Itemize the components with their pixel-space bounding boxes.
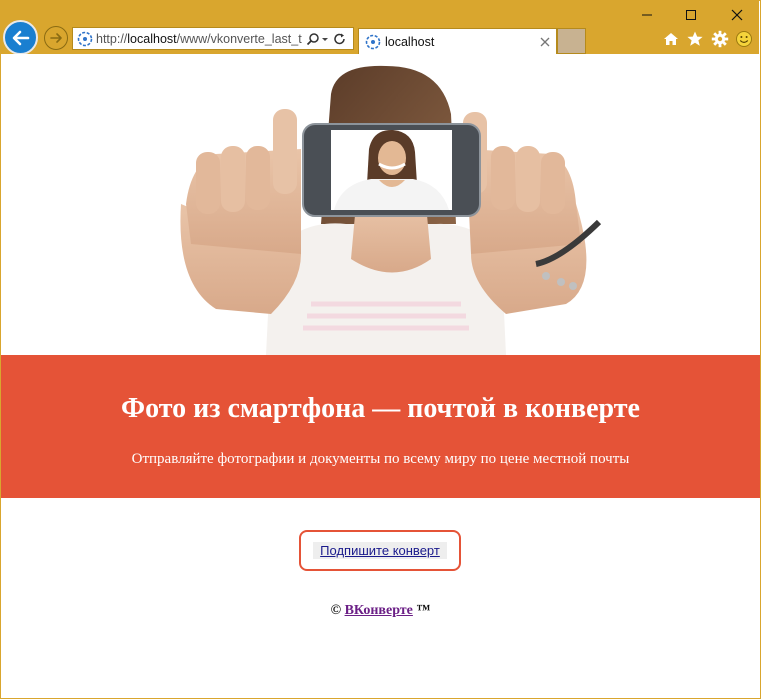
minimize-icon	[642, 14, 652, 16]
tab-close-icon[interactable]	[540, 37, 550, 47]
selfie-illustration	[180, 65, 602, 355]
minimize-button[interactable]	[624, 2, 670, 28]
browser-chrome: http://localhost/www/vkonverte_last_t lo…	[0, 0, 760, 55]
new-tab-button[interactable]	[557, 28, 586, 54]
trademark-symbol: ™	[416, 603, 431, 618]
home-icon	[664, 33, 678, 45]
address-bar[interactable]: http://localhost/www/vkonverte_last_t	[72, 27, 354, 50]
favorites-button[interactable]	[685, 29, 705, 49]
feedback-button[interactable]	[734, 29, 754, 49]
star-icon	[687, 31, 703, 46]
arrow-right-icon	[50, 33, 62, 43]
arrow-left-icon	[12, 30, 29, 45]
hero-banner: Фото из смартфона — почтой в конверте От…	[1, 355, 760, 498]
close-icon	[731, 9, 743, 21]
address-url[interactable]: http://localhost/www/vkonverte_last_t	[96, 32, 304, 46]
chevron-down-icon[interactable]	[320, 32, 330, 46]
gear-icon	[711, 30, 729, 48]
hero-image	[1, 54, 760, 355]
home-button[interactable]	[661, 29, 681, 49]
tab-label: localhost	[385, 34, 435, 49]
page-title: Фото из смартфона — почтой в конверте	[121, 393, 640, 424]
brand-link[interactable]: ВКонверте	[345, 603, 413, 618]
tab-favicon-icon	[365, 34, 381, 49]
settings-button[interactable]	[710, 29, 730, 49]
smiley-icon	[736, 31, 752, 47]
refresh-icon[interactable]	[332, 32, 348, 46]
maximize-button[interactable]	[668, 2, 714, 28]
cta-container: Подпишите конверт	[299, 530, 461, 571]
search-icon[interactable]	[306, 32, 320, 46]
close-window-button[interactable]	[714, 2, 760, 28]
maximize-icon	[686, 10, 696, 20]
forward-button[interactable]	[44, 26, 68, 50]
footer: © ВКонверте ™	[0, 603, 761, 619]
copyright-symbol: ©	[330, 603, 342, 618]
site-favicon-icon	[77, 31, 93, 46]
tab-localhost[interactable]: localhost	[358, 28, 557, 54]
sign-envelope-button[interactable]: Подпишите конверт	[313, 542, 447, 559]
back-button[interactable]	[3, 20, 38, 55]
page-subtitle: Отправляйте фотографии и документы по вс…	[131, 451, 630, 467]
